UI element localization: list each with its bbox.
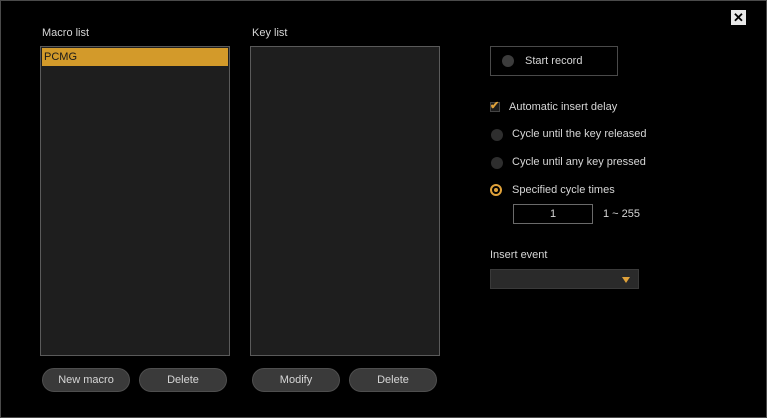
key-list-label: Key list [252,27,288,39]
key-list[interactable] [250,46,440,356]
record-dot-icon [502,55,514,67]
cycle-until-released-label: Cycle until the key released [512,128,647,140]
cycle-until-any-key-label: Cycle until any key pressed [512,156,646,168]
macro-list[interactable]: PCMG [40,46,230,356]
delete-key-button[interactable]: Delete [349,368,437,392]
checkmark-icon: ✔ [490,100,500,112]
macro-list-item[interactable]: PCMG [42,48,228,66]
cycle-range-label: 1 ~ 255 [603,208,641,220]
specified-cycle-label: Specified cycle times [512,184,615,196]
close-icon[interactable]: ✕ [731,10,746,25]
chevron-down-icon [622,277,630,283]
macro-list-label: Macro list [42,27,90,39]
insert-event-dropdown[interactable] [490,269,639,289]
modify-key-button[interactable]: Modify [252,368,340,392]
cycle-until-any-key-radio[interactable] [491,157,503,169]
auto-delay-checkbox[interactable]: ✔ [490,100,500,112]
cycle-times-input[interactable] [513,204,593,224]
cycle-until-released-radio[interactable] [491,129,503,141]
start-record-button[interactable]: Start record [490,46,618,76]
start-record-label: Start record [525,55,583,67]
delete-macro-button[interactable]: Delete [139,368,227,392]
new-macro-button[interactable]: New macro [42,368,130,392]
auto-delay-label: Automatic insert delay [509,101,618,113]
specified-cycle-radio[interactable] [490,184,502,196]
insert-event-label: Insert event [490,249,548,261]
